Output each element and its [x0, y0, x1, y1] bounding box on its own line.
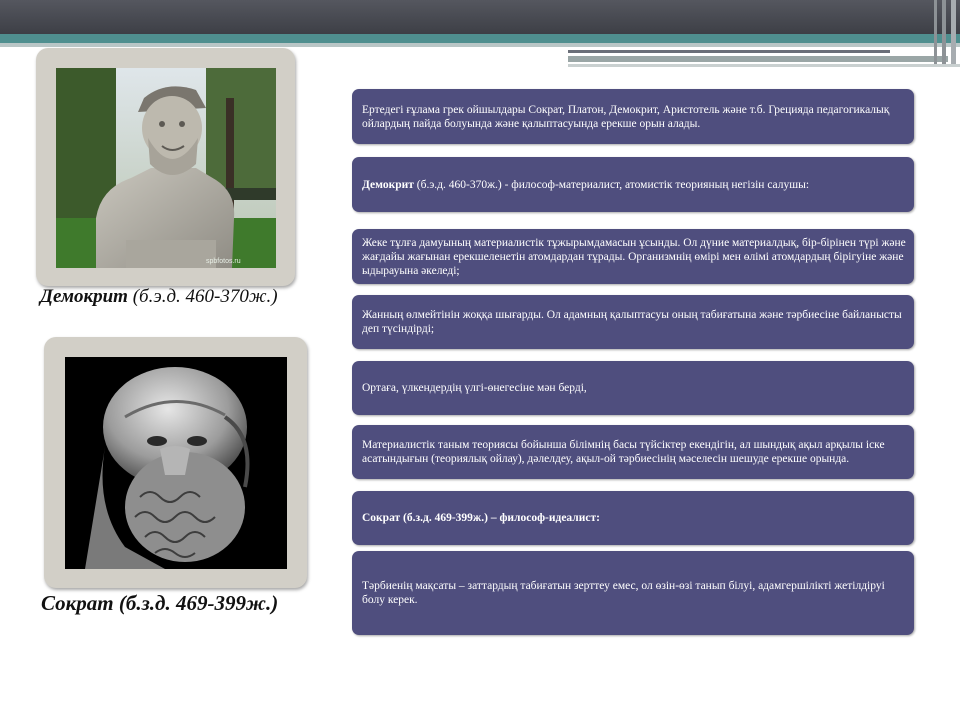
- accent-stripe-light: [0, 43, 960, 47]
- decor-bar: [942, 0, 946, 64]
- text-box-soul: Жанның өлмейтінін жоққа шығарды. Ол адам…: [352, 295, 914, 349]
- text-box-education-goal: Тәрбиенің мақсаты – заттардың табиғатын …: [352, 551, 914, 635]
- democritus-photo-frame: spbfotos.ru: [36, 48, 295, 286]
- accent-stripe: [0, 34, 960, 43]
- democritus-caption: Демокрит (б.э.д. 460-370ж.): [40, 286, 278, 308]
- watermark: spbfotos.ru: [206, 258, 241, 265]
- text-box-education-goal-text: Тәрбиенің мақсаты – заттардың табиғатын …: [362, 580, 885, 606]
- democritus-bust-icon: spbfotos.ru: [56, 68, 276, 268]
- democritus-name: Демокрит: [40, 286, 128, 307]
- text-box-atoms: Жеке тұлға дамуының материалистік тұжыры…: [352, 229, 914, 284]
- democritus-description: (б.э.д. 460-370ж.) - философ-материалист…: [413, 178, 810, 191]
- text-box-cognition-text: Материалистік таным теориясы бойынша біл…: [362, 439, 885, 465]
- text-box-soul-text: Жанның өлмейтінін жоққа шығарды. Ол адам…: [362, 309, 902, 335]
- text-box-intro-text: Ертедегі ғұлама грек ойшылдары Сократ, П…: [362, 103, 890, 130]
- decor-line: [568, 56, 948, 62]
- text-box-cognition: Материалистік таным теориясы бойынша біл…: [352, 425, 914, 479]
- text-box-atoms-text: Жеке тұлға дамуының материалистік тұжыры…: [362, 236, 906, 277]
- socrates-bust-icon: [65, 357, 287, 569]
- text-box-environment: Ортаға, үлкендердің үлгі-өнегесіне мән б…: [352, 361, 914, 415]
- text-box-democritus-text: Демокрит (б.э.д. 460-370ж.) - философ-ма…: [362, 178, 906, 192]
- decor-line: [568, 64, 960, 67]
- text-box-socrates-text: Сократ (б.з.д. 469-399ж.) – философ-идеа…: [362, 512, 600, 524]
- socrates-bust-photo: [65, 357, 287, 569]
- decor-line: [568, 50, 890, 53]
- decor-bar: [951, 0, 956, 64]
- democritus-name-bold: Демокрит: [362, 178, 414, 191]
- democritus-bust-photo: spbfotos.ru: [56, 68, 276, 268]
- socrates-caption: Сократ (б.з.д. 469-399ж.): [41, 591, 279, 615]
- democritus-dates: (б.э.д. 460-370ж.): [132, 286, 278, 307]
- socrates-photo-frame: [44, 337, 307, 588]
- text-box-intro: Ертедегі ғұлама грек ойшылдары Сократ, П…: [352, 89, 914, 144]
- text-box-democritus: Демокрит (б.э.д. 460-370ж.) - философ-ма…: [352, 157, 914, 212]
- decor-bar: [934, 0, 937, 64]
- text-box-socrates: Сократ (б.з.д. 469-399ж.) – философ-идеа…: [352, 491, 914, 545]
- top-banner: [0, 0, 960, 34]
- text-box-environment-text: Ортаға, үлкендердің үлгі-өнегесіне мән б…: [362, 382, 587, 394]
